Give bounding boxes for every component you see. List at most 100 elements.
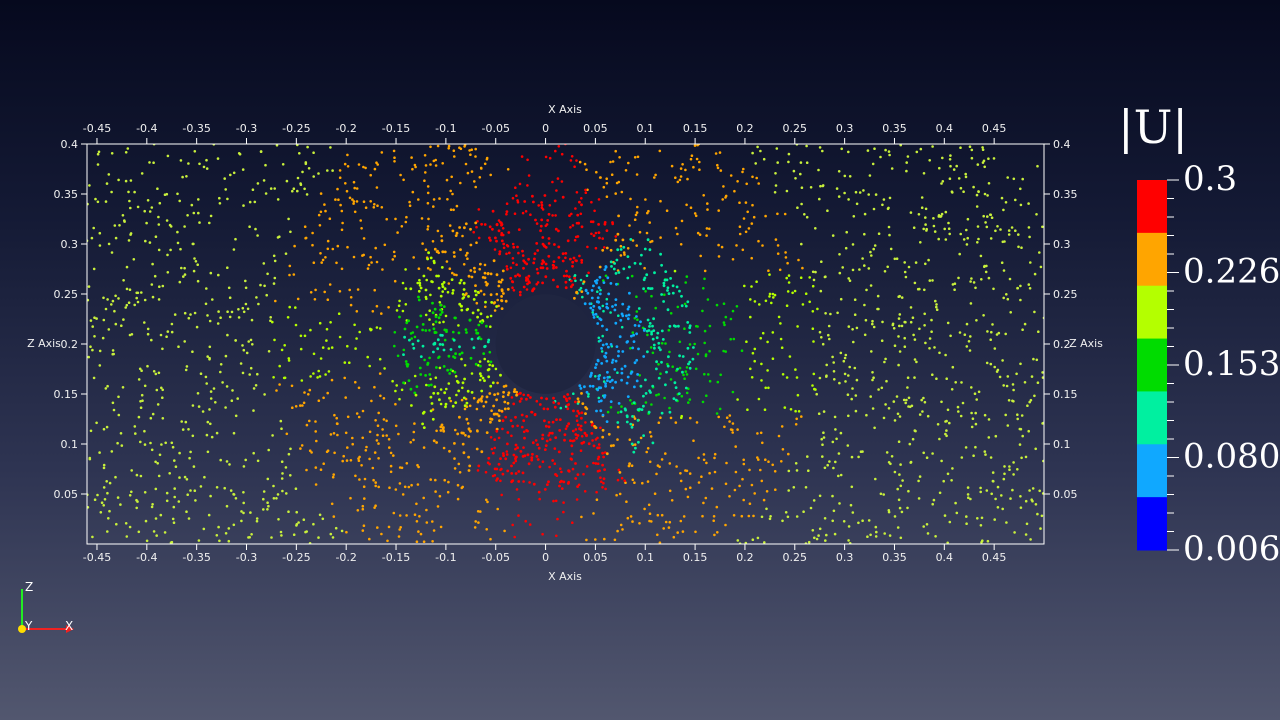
flow-point — [414, 393, 418, 397]
flow-point — [1003, 465, 1006, 468]
flow-point — [1007, 399, 1011, 402]
flow-point — [329, 321, 332, 324]
flow-point — [434, 320, 438, 324]
colorbar-segment — [1137, 497, 1167, 551]
flow-point — [838, 381, 841, 385]
flow-point — [637, 347, 640, 351]
flow-point — [619, 248, 623, 251]
flow-point — [431, 301, 434, 305]
flow-point — [553, 243, 556, 246]
flow-point — [150, 338, 153, 342]
flow-point — [143, 491, 147, 494]
flow-point — [377, 485, 381, 489]
flow-point — [633, 443, 637, 446]
flow-point — [621, 302, 625, 306]
flow-point — [526, 282, 529, 286]
flow-point — [446, 198, 449, 201]
flow-point — [543, 194, 547, 197]
flow-point — [566, 482, 570, 485]
x-tick-label-top: 0.35 — [882, 122, 907, 135]
flow-point — [526, 158, 529, 162]
flow-point — [879, 155, 882, 159]
flow-point — [984, 270, 988, 274]
flow-point — [731, 422, 735, 425]
flow-point — [514, 186, 517, 189]
flow-point — [427, 217, 430, 221]
flow-point — [110, 450, 114, 453]
flow-point — [800, 186, 804, 189]
flow-point — [882, 493, 885, 496]
flow-point — [398, 528, 402, 531]
flow-point — [614, 238, 618, 242]
flow-point — [501, 395, 505, 398]
flow-point — [280, 477, 284, 480]
flow-point — [134, 432, 137, 435]
flow-point — [348, 288, 352, 292]
flow-point — [420, 217, 424, 220]
flow-point — [660, 293, 663, 296]
flow-point — [413, 422, 416, 425]
flow-point — [524, 210, 528, 213]
flow-point — [572, 439, 576, 442]
flow-point — [424, 329, 428, 332]
flow-point — [697, 481, 701, 484]
flow-point — [195, 325, 199, 329]
flow-point — [987, 276, 991, 280]
flow-point — [528, 481, 531, 484]
flow-point — [871, 322, 874, 326]
flow-point — [753, 492, 756, 495]
flow-point — [455, 204, 459, 208]
flow-point — [676, 305, 680, 309]
flow-point — [437, 286, 441, 290]
flow-point — [969, 302, 973, 305]
flow-point — [355, 187, 359, 190]
flow-point — [932, 224, 936, 228]
flow-point — [710, 487, 714, 490]
flow-point — [400, 388, 404, 392]
flow-point — [933, 346, 936, 349]
flow-point — [309, 291, 313, 294]
flow-point — [130, 490, 133, 494]
flow-point — [1029, 261, 1032, 264]
flow-point — [717, 255, 721, 258]
flow-point — [781, 519, 784, 523]
flow-point — [527, 174, 531, 177]
flow-point — [794, 423, 798, 426]
flow-point — [439, 525, 443, 529]
flow-point — [597, 443, 601, 446]
flow-point — [560, 180, 564, 183]
flow-point — [1031, 487, 1035, 490]
flow-point — [833, 378, 836, 381]
flow-point — [125, 287, 129, 291]
flow-point — [381, 268, 384, 271]
flow-point — [676, 232, 679, 236]
flow-point — [544, 424, 548, 428]
flow-point — [292, 187, 296, 190]
flow-point — [96, 493, 99, 497]
flow-point — [504, 415, 508, 419]
flow-point — [805, 215, 809, 219]
flow-point — [144, 239, 147, 243]
flow-point — [907, 405, 910, 408]
flow-point — [1024, 499, 1028, 503]
flow-point — [548, 431, 552, 435]
flow-point — [97, 150, 101, 154]
flow-point — [628, 224, 631, 227]
flow-point — [470, 170, 474, 173]
flow-point — [440, 310, 444, 314]
flow-point — [140, 172, 144, 175]
flow-point — [441, 285, 445, 288]
flow-point — [647, 410, 651, 414]
flow-point — [597, 286, 601, 289]
flow-point — [110, 251, 114, 254]
flow-point — [742, 498, 745, 502]
z-axis-title-left: Z Axis — [27, 337, 61, 350]
flow-point — [193, 150, 197, 153]
flow-point — [633, 156, 637, 159]
flow-point — [417, 298, 421, 302]
flow-point — [601, 451, 604, 455]
flow-point — [1002, 477, 1006, 481]
flow-point — [1005, 293, 1008, 296]
flow-point — [800, 202, 803, 206]
flow-point — [92, 226, 95, 230]
